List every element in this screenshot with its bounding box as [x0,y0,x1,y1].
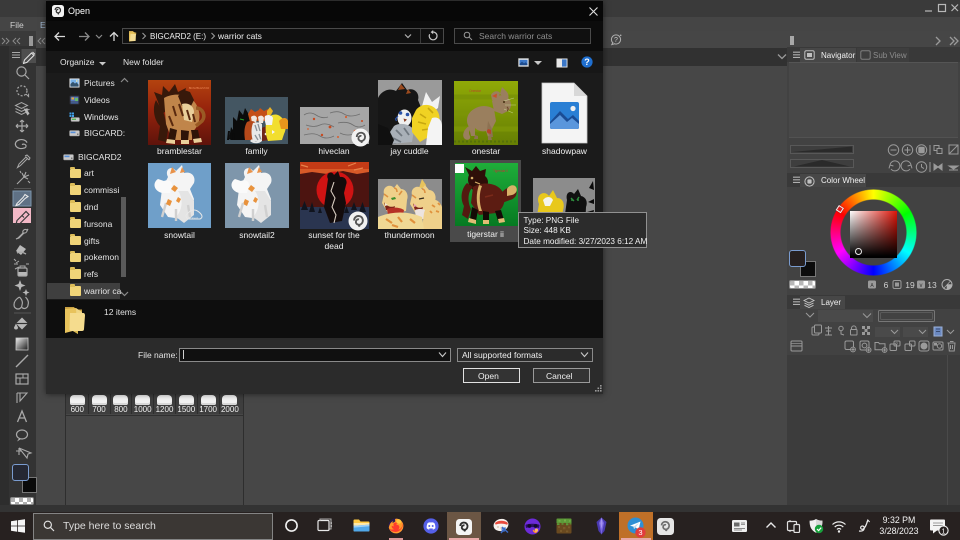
svg-text:1: 1 [941,526,945,535]
svg-text:?: ? [584,57,590,67]
svg-text:cloud: cloud [190,216,198,220]
svg-text:Tigerstar II: Tigerstar II [493,169,508,173]
svg-text:BRAMBLESTAR: BRAMBLESTAR [189,86,210,90]
svg-text:Onestar: Onestar [469,89,482,93]
svg-text:6: 6 [884,280,889,290]
svg-text:?: ? [614,37,618,44]
svg-text:19: 19 [905,280,915,290]
svg-text:v: v [920,283,923,289]
svg-text:P: P [895,342,898,347]
svg-text:3: 3 [638,528,642,537]
svg-text:13: 13 [927,280,937,290]
